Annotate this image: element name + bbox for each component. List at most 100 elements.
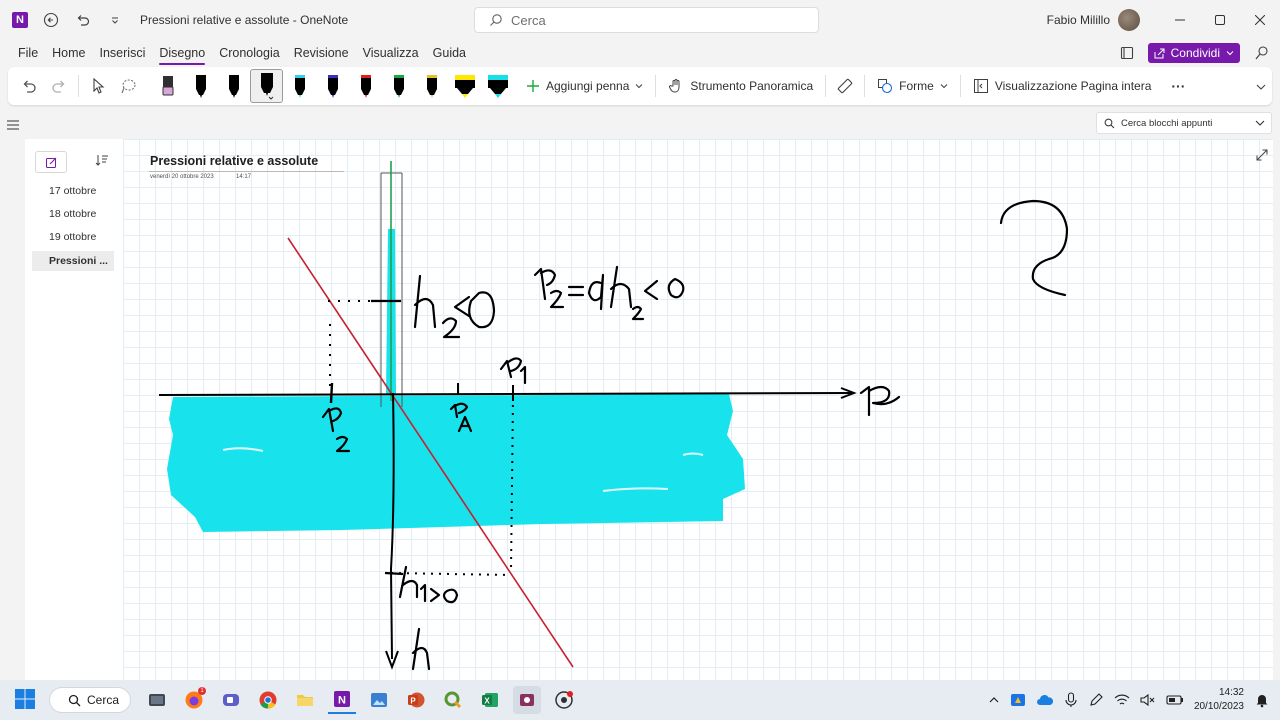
image-viewer-icon bbox=[371, 693, 387, 707]
ink-drawing[interactable] bbox=[123, 139, 1273, 680]
microphone-icon[interactable] bbox=[1064, 692, 1078, 708]
minimize-button[interactable] bbox=[1160, 0, 1200, 40]
undo-icon[interactable] bbox=[74, 11, 92, 29]
page-item-18-ottobre[interactable]: 18 ottobre bbox=[32, 204, 114, 224]
onedrive-icon[interactable] bbox=[1036, 693, 1054, 707]
hamburger-menu-button[interactable] bbox=[7, 117, 19, 135]
svg-text:N: N bbox=[338, 695, 346, 707]
pen-black-2[interactable] bbox=[217, 69, 250, 103]
ink-handwriting-stroke bbox=[453, 295, 471, 318]
lasso-tool-button[interactable] bbox=[113, 70, 143, 102]
share-button[interactable]: Condividi bbox=[1147, 43, 1240, 63]
page-item-17-ottobre[interactable]: 17 ottobre bbox=[32, 181, 114, 201]
menu-view[interactable]: Visualizza bbox=[356, 40, 426, 66]
menu-file[interactable]: File bbox=[0, 40, 45, 66]
menu-draw[interactable]: Disegno bbox=[152, 40, 212, 66]
ribbon-separator bbox=[825, 75, 827, 97]
new-page-button[interactable] bbox=[35, 151, 67, 173]
sort-icon bbox=[95, 155, 108, 166]
shapes-icon bbox=[878, 79, 893, 94]
start-button[interactable] bbox=[14, 688, 36, 715]
pan-tool-button[interactable]: Strumento Panoramica bbox=[660, 70, 821, 102]
feedback-icon[interactable] bbox=[1254, 45, 1270, 61]
page-item-pressioni[interactable]: Pressioni ... bbox=[32, 251, 114, 271]
taskbar-app-qgis[interactable] bbox=[439, 686, 467, 714]
back-icon[interactable] bbox=[42, 11, 60, 29]
quick-access-dropdown-icon[interactable] bbox=[106, 11, 124, 29]
taskbar-clock[interactable]: 14:32 20/10/2023 bbox=[1194, 686, 1244, 714]
pen-red[interactable] bbox=[349, 69, 382, 103]
minimize-icon bbox=[1175, 19, 1185, 21]
chevron-down-icon bbox=[1226, 51, 1234, 56]
pen-eraser[interactable] bbox=[151, 69, 184, 103]
folder-icon bbox=[297, 695, 313, 706]
taskbar-app-recorder[interactable] bbox=[513, 686, 541, 714]
chevron-up-icon[interactable] bbox=[988, 694, 1000, 706]
close-button[interactable] bbox=[1240, 0, 1280, 40]
taskbar-app-chrome[interactable] bbox=[254, 686, 282, 714]
menu-help[interactable]: Guida bbox=[426, 40, 473, 66]
notifications-icon[interactable] bbox=[1254, 692, 1270, 708]
full-page-view-button[interactable]: Visualizzazione Pagina intera bbox=[965, 70, 1160, 102]
note-canvas[interactable]: Pressioni relative e assolute venerdì 20… bbox=[123, 139, 1273, 680]
clock-date: 20/10/2023 bbox=[1193, 701, 1244, 712]
taskbar-search-label: Cerca bbox=[87, 693, 120, 707]
maximize-button[interactable] bbox=[1200, 0, 1240, 40]
notebook-search-input[interactable]: Cerca blocchi appunti bbox=[1096, 112, 1272, 134]
obs-icon bbox=[555, 691, 573, 709]
menu-home[interactable]: Home bbox=[45, 40, 92, 66]
menu-review[interactable]: Revisione bbox=[287, 40, 356, 66]
highlighter-cyan[interactable] bbox=[481, 69, 514, 103]
title-search-box[interactable]: Cerca bbox=[474, 7, 819, 33]
cursor-icon bbox=[93, 77, 105, 94]
taskbar-app-powerpoint[interactable]: P bbox=[402, 686, 430, 714]
chevron-down-icon bbox=[1256, 84, 1266, 90]
add-pen-label: Aggiungi penna bbox=[546, 79, 630, 93]
taskbar-app-obs[interactable] bbox=[550, 686, 578, 714]
ribbon-separator bbox=[655, 75, 657, 97]
page-item-19-ottobre[interactable]: 19 ottobre bbox=[32, 227, 114, 247]
powerpoint-icon: P bbox=[408, 692, 425, 708]
notebook-icon[interactable] bbox=[1120, 46, 1134, 60]
ruler-button[interactable] bbox=[830, 70, 860, 102]
highlighter-yellow[interactable] bbox=[448, 69, 481, 103]
taskbar-app-file-explorer[interactable] bbox=[291, 686, 319, 714]
taskbar-search[interactable]: Cerca bbox=[49, 687, 131, 713]
pen-cyan[interactable] bbox=[283, 69, 316, 103]
taskbar-apps: 1 N P X bbox=[143, 686, 578, 714]
more-options-button[interactable]: ··· bbox=[1163, 70, 1193, 102]
new-page-icon bbox=[45, 157, 56, 168]
ribbon-collapse-button[interactable] bbox=[1256, 79, 1266, 97]
taskbar-app-firefox[interactable]: 1 bbox=[180, 686, 208, 714]
pen-menu-icon[interactable] bbox=[1088, 692, 1104, 708]
share-icon bbox=[1154, 48, 1165, 58]
user-name[interactable]: Fabio Milillo bbox=[1047, 13, 1110, 27]
ink-handwriting-stroke bbox=[519, 365, 527, 385]
taskbar-app-teams[interactable] bbox=[217, 686, 245, 714]
battery-icon[interactable] bbox=[1166, 694, 1184, 706]
taskbar-app-excel[interactable]: X bbox=[476, 686, 504, 714]
search-icon bbox=[68, 694, 81, 706]
menu-insert[interactable]: Inserisci bbox=[93, 40, 153, 66]
sort-pages-button[interactable] bbox=[95, 153, 109, 172]
avatar[interactable] bbox=[1118, 9, 1140, 31]
full-page-view-label: Visualizzazione Pagina intera bbox=[994, 79, 1152, 93]
google-drive-icon[interactable] bbox=[1010, 692, 1026, 708]
select-tool-button[interactable] bbox=[83, 70, 113, 102]
shapes-button[interactable]: Forme bbox=[869, 70, 956, 102]
taskbar-app-snipping[interactable] bbox=[365, 686, 393, 714]
pen-yellow[interactable] bbox=[415, 69, 448, 103]
hand-icon bbox=[669, 79, 680, 93]
wifi-icon[interactable] bbox=[1114, 693, 1130, 707]
taskbar-app-task-view[interactable] bbox=[143, 686, 171, 714]
undo-button[interactable] bbox=[14, 70, 44, 102]
menu-history[interactable]: Cronologia bbox=[212, 40, 286, 66]
pen-green[interactable] bbox=[382, 69, 415, 103]
add-pen-button[interactable]: Aggiungi penna bbox=[518, 70, 651, 102]
pen-blue[interactable] bbox=[316, 69, 349, 103]
taskbar-app-onenote[interactable]: N bbox=[328, 686, 356, 714]
pen-black-1[interactable] bbox=[184, 69, 217, 103]
speaker-muted-icon[interactable] bbox=[1140, 693, 1156, 707]
redo-button[interactable] bbox=[44, 70, 74, 102]
pen-black-selected[interactable] bbox=[250, 69, 283, 103]
